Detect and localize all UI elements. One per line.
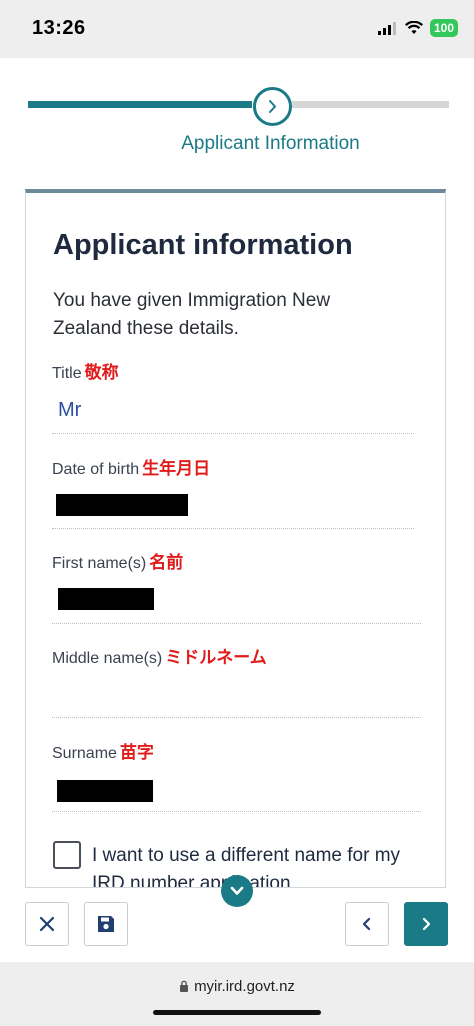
progress-remaining-track [292,101,449,108]
close-button[interactable] [25,902,69,946]
progress-current-step [253,87,292,126]
field-divider [52,717,421,719]
different-name-checkbox-label[interactable]: I want to use a different name for my IR… [92,842,412,887]
wifi-icon [404,21,423,34]
chevron-left-icon [362,917,371,931]
title-value: Mr [58,399,82,421]
middle-name-label: Middle name(s) ミドルネーム [52,648,267,667]
previous-button[interactable] [345,902,389,946]
intro-text: You have given Immigration New Zealand t… [53,290,331,339]
dob-jp-annotation: 生年月日 [142,459,211,478]
field-divider [52,528,414,530]
progress-completed-track [28,101,252,108]
page-title: Applicant information [53,229,353,261]
chevron-right-icon [269,100,276,113]
status-icons: 100 [377,19,458,37]
title-label: Title 敬称 [52,363,119,382]
lock-icon [180,980,189,992]
first-name-jp-annotation: 名前 [149,553,184,572]
save-icon [98,916,114,932]
signal-icon [377,22,396,35]
close-icon [39,916,55,932]
field-divider [52,811,421,813]
battery-icon: 100 [429,19,458,37]
applicant-info-card: Applicant information You have given Imm… [25,189,446,888]
scroll-down-button[interactable] [221,875,253,907]
surname-jp-annotation: 苗字 [119,743,154,762]
progress-step-label: Applicant Information [181,133,360,154]
surname-label: Surname 苗字 [52,743,154,762]
dob-value-redacted [56,494,188,516]
title-jp-annotation: 敬称 [84,363,119,382]
different-name-checkbox[interactable] [53,841,81,869]
first-name-value-redacted [58,588,154,610]
save-button[interactable] [84,902,128,946]
chevron-down-icon [230,886,244,895]
status-bar: 13:26 100 [0,0,474,58]
middle-name-jp-annotation: ミドルネーム [165,648,267,667]
first-name-label: First name(s) 名前 [52,553,184,572]
status-time: 13:26 [32,17,86,39]
field-divider [52,433,414,435]
surname-value-redacted [57,780,153,802]
chevron-right-icon [422,917,431,931]
next-button[interactable] [404,902,448,946]
field-divider [52,623,421,625]
dob-label: Date of birth 生年月日 [52,459,211,478]
url-text: myir.ird.govt.nz [0,978,474,995]
home-indicator [153,1010,321,1015]
